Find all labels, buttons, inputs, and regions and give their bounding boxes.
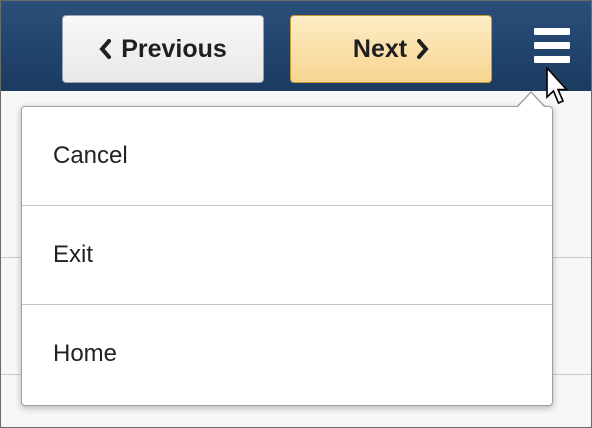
chevron-right-icon bbox=[417, 39, 429, 59]
chevron-left-icon bbox=[99, 39, 112, 59]
hamburger-menu-icon[interactable] bbox=[534, 28, 572, 68]
hamburger-bar bbox=[534, 56, 570, 63]
next-button-label: Next bbox=[352, 34, 408, 63]
menu-caret bbox=[517, 93, 545, 108]
header-banner: Previous Next bbox=[1, 1, 591, 91]
menu-item-exit[interactable]: Exit bbox=[22, 206, 552, 304]
next-button[interactable]: Next bbox=[290, 15, 492, 83]
app-window: Previous Next Cancel Exit Home bbox=[0, 0, 592, 428]
menu-item-label: Home bbox=[53, 340, 118, 367]
menu-item-label: Cancel bbox=[53, 142, 128, 169]
menu-item-cancel[interactable]: Cancel bbox=[22, 107, 552, 205]
hamburger-bar bbox=[534, 42, 570, 49]
previous-button[interactable]: Previous bbox=[62, 15, 264, 83]
menu-item-home[interactable]: Home bbox=[22, 305, 552, 403]
actions-dropdown-menu: Cancel Exit Home bbox=[21, 106, 553, 406]
hamburger-bar bbox=[534, 28, 570, 35]
menu-item-label: Exit bbox=[53, 241, 94, 268]
mouse-pointer-icon bbox=[546, 67, 569, 105]
previous-button-label: Previous bbox=[121, 34, 227, 63]
